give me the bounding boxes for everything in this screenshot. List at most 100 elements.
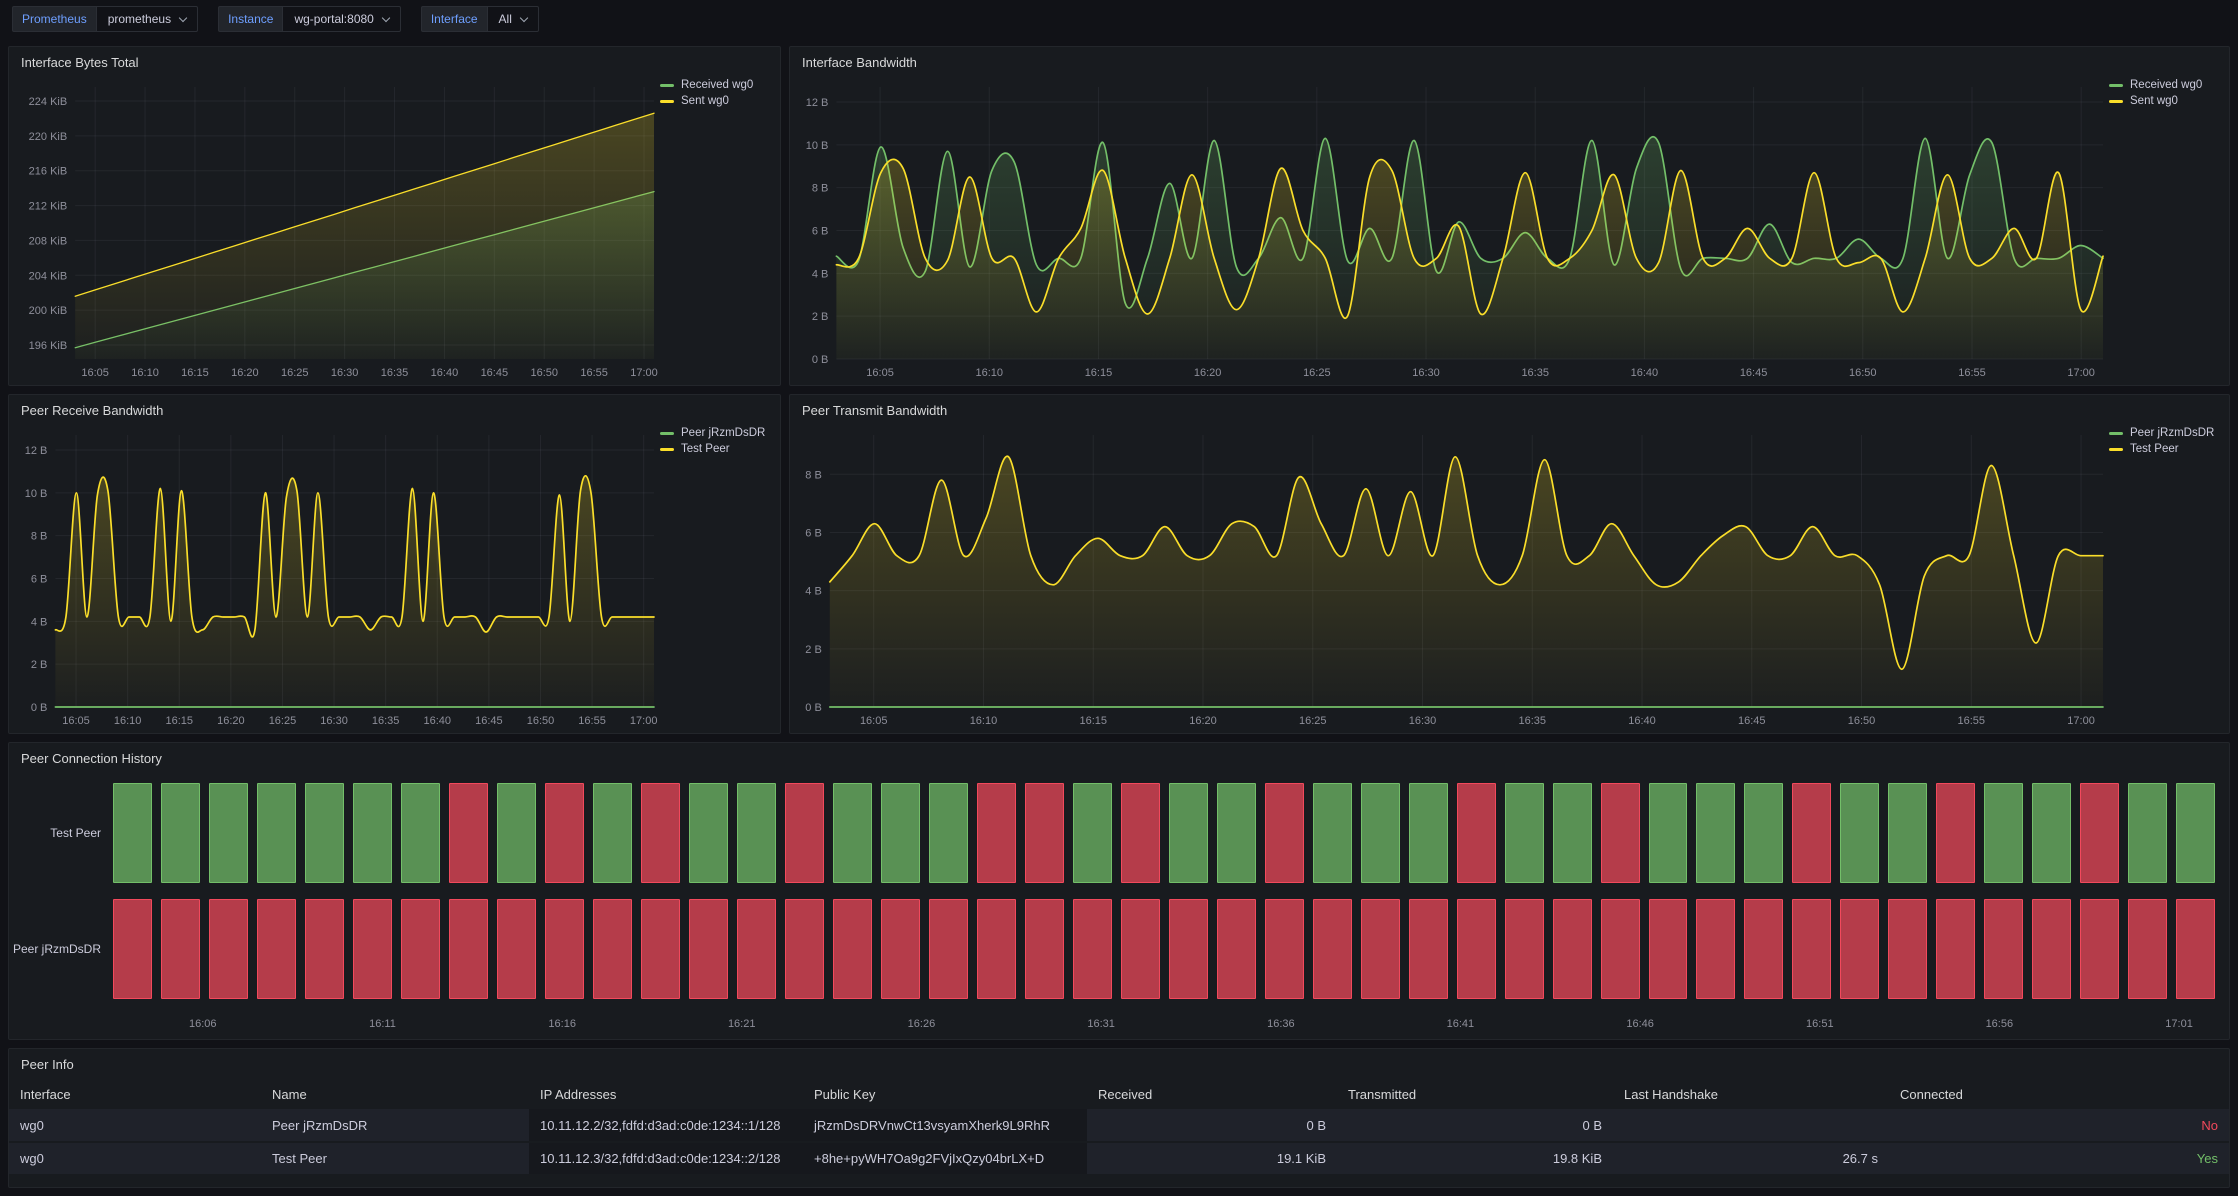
status-bar-disconnected	[1457, 899, 1496, 999]
status-bar-disconnected	[977, 899, 1016, 999]
status-bar-connected	[257, 783, 296, 883]
status-bar-disconnected	[2080, 783, 2119, 883]
x-axis-tick-label: 16:15	[165, 715, 193, 727]
column-header-connected[interactable]: Connected	[1889, 1079, 2229, 1109]
legend-item-peer-jrzmdsdr[interactable]: Peer jRzmDsDR	[2109, 427, 2217, 439]
column-header-name[interactable]: Name	[261, 1079, 529, 1109]
status-bar-disconnected	[737, 899, 776, 999]
chart-canvas[interactable]: 0 B2 B4 B6 B8 B16:0516:1016:1516:2016:25…	[796, 425, 2109, 731]
y-axis-tick-label: 4 B	[31, 616, 48, 628]
legend-item-sent-wg0[interactable]: Sent wg0	[660, 95, 768, 107]
status-bar-connected	[1696, 783, 1735, 883]
x-axis-tick-label: 16:55	[580, 367, 608, 379]
status-bar-connected	[497, 783, 536, 883]
legend-item-test-peer[interactable]: Test Peer	[2109, 443, 2217, 455]
y-axis-tick-label: 12 B	[806, 97, 829, 109]
peer-info-table-body: wg0Peer jRzmDsDR10.11.12.2/32,fdfd:d3ad:…	[9, 1109, 2229, 1175]
dashboard-row-2: Peer Receive Bandwidth 0 B2 B4 B6 B8 B10…	[8, 394, 2230, 734]
x-axis-tick-label: 16:45	[475, 715, 503, 727]
status-axis-spacer	[9, 1015, 113, 1035]
x-axis-tick-label: 16:31	[1087, 1018, 1115, 1030]
x-axis-tick-label: 16:50	[1849, 367, 1877, 379]
x-axis-tick-label: 16:35	[381, 367, 409, 379]
status-bar-disconnected	[113, 899, 152, 999]
x-axis-tick-label: 17:00	[630, 367, 658, 379]
variables-toolbar: PrometheusprometheusInstancewg-portal:80…	[0, 0, 2238, 38]
interface-bandwidth-chart[interactable]: 0 B2 B4 B6 B8 B10 B12 B16:0516:1016:1516…	[796, 77, 2109, 383]
legend-label: Peer jRzmDsDR	[681, 427, 765, 439]
cell-interface: wg0	[9, 1142, 261, 1175]
x-axis-tick-label: 16:20	[231, 367, 259, 379]
y-axis-tick-label: 0 B	[805, 702, 822, 714]
peer-receive-bandwidth-chart[interactable]: 0 B2 B4 B6 B8 B10 B12 B16:0516:1016:1516…	[15, 425, 660, 731]
cell-ip-addresses: 10.11.12.3/32,fdfd:d3ad:c0de:1234::2/128	[529, 1142, 803, 1175]
variable-value-instance: wg-portal:8080	[294, 12, 373, 26]
status-bar-connected	[353, 783, 392, 883]
x-axis-tick-label: 16:40	[1628, 715, 1656, 727]
status-bar-connected	[1553, 783, 1592, 883]
x-axis-tick-label: 16:50	[530, 367, 558, 379]
status-bar-disconnected	[1025, 783, 1064, 883]
column-header-ip-addresses[interactable]: IP Addresses	[529, 1079, 803, 1109]
status-bar-disconnected	[1457, 783, 1496, 883]
chart-canvas[interactable]: 0 B2 B4 B6 B8 B10 B12 B16:0516:1016:1516…	[15, 425, 660, 731]
table-row: wg0Test Peer10.11.12.3/32,fdfd:d3ad:c0de…	[9, 1142, 2229, 1175]
panel-title-peer-transmit-bandwidth[interactable]: Peer Transmit Bandwidth	[790, 395, 2229, 425]
series-color-swatch	[660, 100, 674, 103]
y-axis-tick-label: 216 KiB	[29, 166, 68, 178]
status-bar-disconnected	[785, 783, 824, 883]
variable-select-prometheus[interactable]: prometheus	[96, 6, 198, 32]
status-bar-connected	[113, 783, 152, 883]
status-bar-disconnected	[1025, 899, 1064, 999]
column-header-received[interactable]: Received	[1087, 1079, 1337, 1109]
y-axis-tick-label: 4 B	[812, 268, 829, 280]
legend-item-peer-jrzmdsdr[interactable]: Peer jRzmDsDR	[660, 427, 768, 439]
panel-title-peer-connection-history[interactable]: Peer Connection History	[9, 743, 2229, 773]
variable-select-instance[interactable]: wg-portal:8080	[282, 6, 400, 32]
status-bar-disconnected	[1265, 783, 1304, 883]
status-bar-disconnected	[1840, 899, 1879, 999]
panel-title-interface-bytes-total[interactable]: Interface Bytes Total	[9, 47, 780, 77]
y-axis-tick-label: 2 B	[31, 659, 48, 671]
peer-transmit-bandwidth-chart[interactable]: 0 B2 B4 B6 B8 B16:0516:1016:1516:2016:25…	[796, 425, 2109, 731]
x-axis-tick-label: 16:05	[866, 367, 894, 379]
panel-title-peer-info[interactable]: Peer Info	[9, 1049, 2229, 1079]
status-bar-disconnected	[497, 899, 536, 999]
status-bar-disconnected	[785, 899, 824, 999]
column-header-interface[interactable]: Interface	[9, 1079, 261, 1109]
column-header-public-key[interactable]: Public Key	[803, 1079, 1087, 1109]
status-bar-disconnected	[1984, 899, 2023, 999]
status-bar-disconnected	[1936, 899, 1975, 999]
cell-received: 0 B	[1087, 1109, 1337, 1142]
x-axis-tick-label: 17:00	[2067, 715, 2095, 727]
panel-title-peer-receive-bandwidth[interactable]: Peer Receive Bandwidth	[9, 395, 780, 425]
variable-select-interface[interactable]: All	[487, 6, 539, 32]
status-bar-disconnected	[1744, 899, 1783, 999]
status-bar-disconnected	[1649, 899, 1688, 999]
chart-canvas[interactable]: 196 KiB200 KiB204 KiB208 KiB212 KiB216 K…	[15, 77, 660, 383]
status-bar-disconnected	[1505, 899, 1544, 999]
status-bar-disconnected	[2032, 899, 2071, 999]
status-bar-disconnected	[1169, 899, 1208, 999]
x-axis-tick-label: 16:21	[728, 1018, 756, 1030]
interface-bytes-total-chart[interactable]: 196 KiB200 KiB204 KiB208 KiB212 KiB216 K…	[15, 77, 660, 383]
chart-canvas[interactable]: 0 B2 B4 B6 B8 B10 B12 B16:0516:1016:1516…	[796, 77, 2109, 383]
column-header-transmitted[interactable]: Transmitted	[1337, 1079, 1613, 1109]
x-axis-tick-label: 16:51	[1806, 1018, 1834, 1030]
legend-item-received-wg0[interactable]: Received wg0	[660, 79, 768, 91]
panel-body: 0 B2 B4 B6 B8 B16:0516:1016:1516:2016:25…	[790, 425, 2229, 733]
status-bar-disconnected	[1888, 899, 1927, 999]
chevron-down-icon	[382, 13, 390, 21]
legend-item-test-peer[interactable]: Test Peer	[660, 443, 768, 455]
x-axis-tick-label: 16:11	[369, 1018, 396, 1030]
status-bar-disconnected	[2176, 899, 2215, 999]
x-axis-tick-label: 17:01	[2165, 1018, 2193, 1030]
peer-connection-history-chart[interactable]: Test PeerPeer jRzmDsDR16:0616:1116:1616:…	[9, 773, 2229, 1039]
panel-title-interface-bandwidth[interactable]: Interface Bandwidth	[790, 47, 2229, 77]
legend-item-sent-wg0[interactable]: Sent wg0	[2109, 95, 2217, 107]
column-header-last-handshake[interactable]: Last Handshake	[1613, 1079, 1889, 1109]
dashboard-row-3: Peer Connection History Test PeerPeer jR…	[8, 742, 2230, 1040]
status-row-label: Peer jRzmDsDR	[9, 899, 113, 999]
x-axis-tick-label: 16:30	[1412, 367, 1440, 379]
legend-item-received-wg0[interactable]: Received wg0	[2109, 79, 2217, 91]
